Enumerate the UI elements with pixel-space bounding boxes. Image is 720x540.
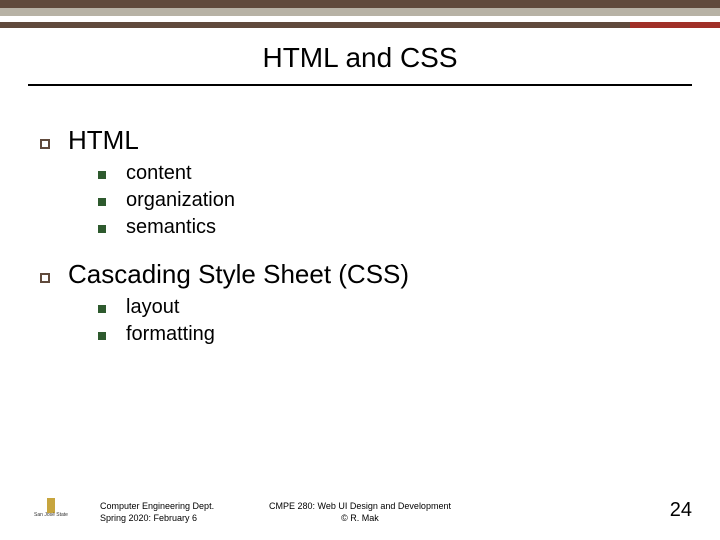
content-area: HTML content organization semantics Casc… <box>40 115 680 366</box>
bullet-level2: formatting <box>98 323 680 346</box>
footer-course: CMPE 280: Web UI Design and Development <box>0 500 720 512</box>
top-bar-light <box>0 8 720 16</box>
title-area: HTML and CSS <box>0 42 720 86</box>
bullet-level2: semantics <box>98 216 680 239</box>
slide: HTML and CSS HTML content organization s… <box>0 0 720 540</box>
sub-bullet-group: content organization semantics <box>98 162 680 239</box>
solid-square-icon <box>98 225 106 233</box>
bullet-level1: Cascading Style Sheet (CSS) <box>40 259 680 290</box>
footer-center: CMPE 280: Web UI Design and Development … <box>0 500 720 524</box>
sub-bullet-group: layout formatting <box>98 296 680 346</box>
solid-square-icon <box>98 171 106 179</box>
hollow-square-icon <box>40 273 50 283</box>
sub-bullet-text: semantics <box>126 216 216 239</box>
top-bar-accent <box>630 22 720 28</box>
footer: San José State Computer Engineering Dept… <box>0 488 720 528</box>
sub-bullet-text: layout <box>126 296 179 319</box>
sub-bullet-text: content <box>126 162 192 185</box>
bullet-level2: organization <box>98 189 680 212</box>
top-decoration <box>0 0 720 28</box>
solid-square-icon <box>98 305 106 313</box>
hollow-square-icon <box>40 139 50 149</box>
sub-bullet-text: organization <box>126 189 235 212</box>
bullet-level2: layout <box>98 296 680 319</box>
page-number: 24 <box>670 499 692 522</box>
footer-copyright: © R. Mak <box>0 512 720 524</box>
bullet-text: HTML <box>68 125 139 156</box>
bullet-text: Cascading Style Sheet (CSS) <box>68 259 409 290</box>
solid-square-icon <box>98 332 106 340</box>
solid-square-icon <box>98 198 106 206</box>
sub-bullet-text: formatting <box>126 323 215 346</box>
top-bar-thin <box>0 22 720 28</box>
bullet-level1: HTML <box>40 125 680 156</box>
top-bar-dark <box>0 0 720 8</box>
bullet-level2: content <box>98 162 680 185</box>
slide-title: HTML and CSS <box>262 42 457 74</box>
title-underline <box>28 84 692 86</box>
